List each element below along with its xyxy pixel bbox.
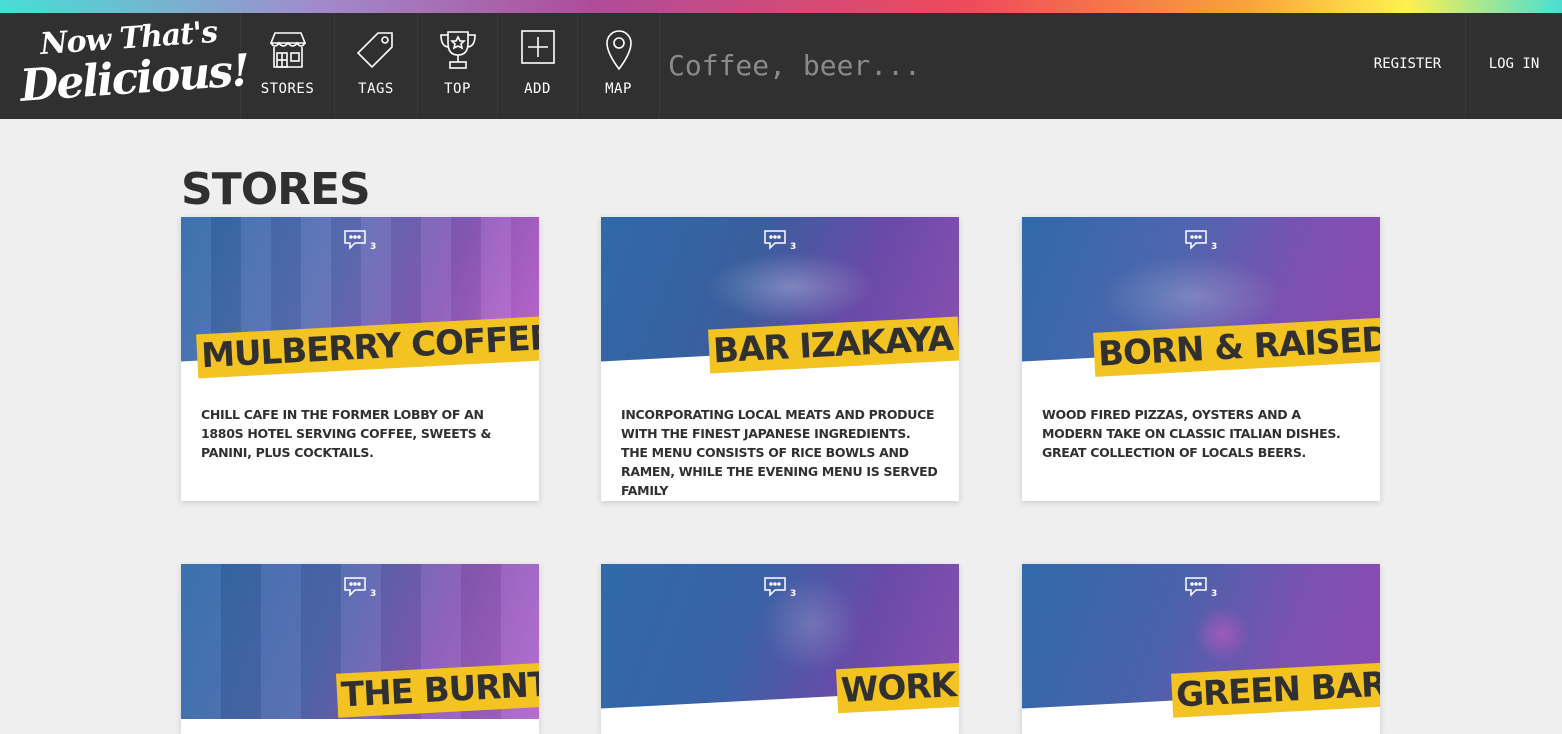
comment-count: 3 xyxy=(1211,242,1218,252)
search-input[interactable] xyxy=(668,45,1308,85)
store-card[interactable]: 3 THE BURNT xyxy=(181,564,539,734)
map-pin-icon xyxy=(605,30,632,71)
rainbow-bar xyxy=(0,0,1562,13)
nav-stores-label: STORES xyxy=(260,81,315,97)
store-card[interactable]: 3 GREEN BAR xyxy=(1022,564,1380,734)
nav-map-label: MAP xyxy=(605,81,632,97)
nav-top-label: TOP xyxy=(444,81,471,97)
register-link[interactable]: REGISTER xyxy=(1350,13,1466,119)
store-card[interactable]: 3 MULBERRY COFFEE Chill cafe in the form… xyxy=(181,217,539,501)
comment-count: 3 xyxy=(790,589,797,599)
top-nav: Now That's Delicious! STORES TAGS TOP AD… xyxy=(0,13,1562,119)
trophy-icon xyxy=(439,31,476,69)
nav-add[interactable]: ADD xyxy=(498,13,578,119)
comment-icon xyxy=(764,577,786,597)
search-bar xyxy=(660,13,1350,119)
nav-tags-label: TAGS xyxy=(358,81,394,97)
comment-count: 3 xyxy=(790,242,797,252)
store-description: Incorporating local meats and produce wi… xyxy=(621,407,938,498)
comment-count: 3 xyxy=(370,589,377,599)
nav-add-label: ADD xyxy=(524,81,551,97)
login-link[interactable]: LOG IN xyxy=(1466,13,1562,119)
comment-count: 3 xyxy=(370,242,377,252)
store-card[interactable]: 3 BAR IZAKAYA Incorporating local meats … xyxy=(601,217,959,501)
store-card[interactable]: 3 WORK xyxy=(601,564,959,734)
comment-count: 3 xyxy=(1211,589,1218,599)
store-card[interactable]: 3 BORN & RAISED Wood fired pizzas, oyste… xyxy=(1022,217,1380,501)
comment-icon xyxy=(344,230,366,250)
page-title: STORES xyxy=(181,164,371,215)
comment-icon xyxy=(344,577,366,597)
comment-icon xyxy=(1185,230,1207,250)
store-description: Wood fired pizzas, oysters and a modern … xyxy=(1042,407,1341,460)
nav-stores[interactable]: STORES xyxy=(241,13,335,119)
nav-map[interactable]: MAP xyxy=(578,13,660,119)
register-label: REGISTER xyxy=(1373,56,1442,72)
add-icon xyxy=(520,30,555,64)
login-label: LOG IN xyxy=(1488,56,1540,72)
store-icon xyxy=(269,32,306,68)
nav-top[interactable]: TOP xyxy=(418,13,498,119)
store-description: Chill cafe in the former lobby of an 188… xyxy=(201,407,492,460)
logo[interactable]: Now That's Delicious! xyxy=(0,13,250,119)
nav-tags[interactable]: TAGS xyxy=(335,13,418,119)
comment-icon xyxy=(1185,577,1207,597)
store-name[interactable]: WORK xyxy=(835,662,959,714)
tag-icon xyxy=(356,32,393,69)
comment-icon xyxy=(764,230,786,250)
